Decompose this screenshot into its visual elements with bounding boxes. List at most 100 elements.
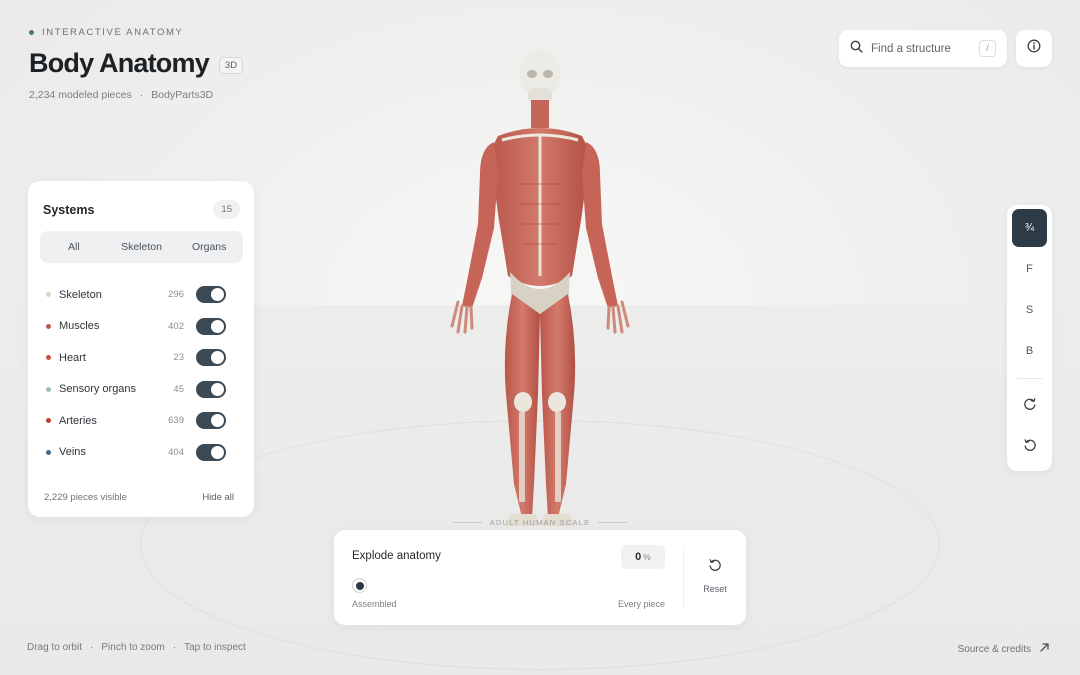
rotate-ccw-button[interactable] [1012, 427, 1047, 465]
system-row-veins[interactable]: Veins 404 [28, 437, 254, 469]
filter-all[interactable]: All [40, 231, 108, 263]
gesture-hints: Drag to orbit · Pinch to zoom · Tap to i… [27, 642, 246, 653]
systems-header: Systems 15 [43, 200, 240, 219]
system-color-dot [46, 449, 51, 455]
arrow-up-right-icon [1039, 642, 1050, 656]
systems-list[interactable]: Skeleton 296 Muscles 402 Heart 23 Sensor… [28, 279, 254, 475]
reset-label: Reset [703, 584, 727, 594]
system-count: 296 [168, 289, 184, 301]
info-button[interactable] [1016, 30, 1052, 67]
explode-divider [683, 550, 684, 606]
system-row-heart[interactable]: Heart 23 [28, 342, 254, 374]
toggle-knob [211, 382, 224, 396]
system-count: 404 [168, 446, 184, 458]
system-toggle[interactable] [196, 317, 226, 335]
system-row-sensory-organs[interactable]: Sensory organs 45 [28, 374, 254, 406]
rotate-cw-button[interactable] [1012, 386, 1047, 424]
right-arm [582, 142, 618, 308]
page-title: Body Anatomy [29, 48, 210, 78]
system-toggle[interactable] [196, 412, 226, 430]
explode-title: Explode anatomy [352, 550, 441, 562]
hide-all-button[interactable]: Hide all [202, 492, 234, 503]
search-shortcut: / [979, 40, 996, 57]
info-icon [1027, 39, 1041, 58]
eyebrow: INTERACTIVE ANATOMY [29, 27, 183, 38]
model-meta: 2,234 modeled pieces · BodyParts3D [29, 89, 213, 101]
toggle-knob [211, 288, 224, 302]
systems-count: 15 [213, 200, 240, 219]
scale-label: ADULT HUMAN SCALE [452, 518, 628, 527]
system-name: Muscles [59, 320, 100, 333]
hint-zoom: Pinch to zoom [101, 642, 165, 653]
system-count: 402 [168, 320, 184, 332]
pieces-count: 2,234 modeled pieces [29, 89, 132, 101]
search-box[interactable]: / [839, 30, 1007, 67]
system-name: Veins [59, 446, 86, 459]
toggle-knob [211, 414, 224, 428]
scale-text: ADULT HUMAN SCALE [489, 518, 591, 527]
right-knee [548, 392, 566, 412]
left-arm [462, 142, 498, 308]
system-row-muscles[interactable]: Muscles 402 [28, 311, 254, 343]
credits-label: Source & credits [957, 643, 1031, 655]
system-name: Arteries [59, 414, 97, 427]
meta-separator: · [139, 89, 144, 101]
hint-separator: · [172, 642, 177, 653]
explode-min-label: Assembled [352, 599, 397, 609]
system-count: 639 [168, 415, 184, 427]
system-count: 45 [173, 383, 184, 395]
view-front-button[interactable]: F [1012, 250, 1047, 288]
systems-filter: All Skeleton Organs [40, 231, 243, 263]
explode-max-label: Every piece [617, 599, 665, 609]
rail-divider [1017, 378, 1042, 379]
scale-line-right [598, 522, 628, 523]
toggle-knob [211, 351, 224, 365]
anatomy-model[interactable] [440, 44, 640, 530]
reset-icon [708, 558, 722, 577]
rotate-ccw-icon [1023, 438, 1037, 455]
system-row-skeleton[interactable]: Skeleton 296 [28, 279, 254, 311]
live-dot [29, 30, 34, 35]
explode-panel: Explode anatomy 0 % Assembled Every piec… [334, 530, 746, 625]
systems-footer: 2,229 pieces visible Hide all [44, 492, 234, 503]
hint-orbit: Drag to orbit [27, 642, 83, 653]
title-row: Body Anatomy 3D [29, 48, 244, 79]
toggle-knob [211, 445, 224, 459]
system-color-dot [46, 323, 51, 329]
system-color-dot [46, 292, 51, 298]
eyebrow-label: INTERACTIVE ANATOMY [42, 27, 184, 38]
reset-button[interactable]: Reset [694, 558, 736, 594]
explode-value: 0 % [621, 545, 665, 569]
view-back-button[interactable]: B [1012, 332, 1047, 370]
system-toggle[interactable] [196, 380, 226, 398]
explode-percent: 0 [635, 551, 642, 563]
system-color-dot [46, 418, 51, 424]
hint-separator: · [90, 642, 94, 653]
search-icon [850, 40, 863, 58]
view-three-quarter-button[interactable]: ¾ [1012, 209, 1047, 247]
filter-organs[interactable]: Organs [175, 231, 243, 263]
system-color-dot [46, 386, 51, 392]
view-rail: ¾ F S B [1007, 205, 1052, 471]
explode-slider-track[interactable] [352, 585, 665, 587]
system-name: Heart [59, 351, 86, 364]
view-side-button[interactable]: S [1012, 291, 1047, 329]
filter-skeleton[interactable]: Skeleton [108, 231, 176, 263]
3d-badge: 3D [218, 56, 244, 74]
system-toggle[interactable] [196, 286, 226, 304]
hint-inspect: Tap to inspect [184, 642, 246, 653]
system-row-arteries[interactable]: Arteries 639 [28, 405, 254, 437]
left-knee [514, 392, 532, 412]
credits-link[interactable]: Source & credits [958, 642, 1050, 656]
system-row-partial [28, 468, 254, 475]
system-toggle[interactable] [196, 443, 226, 461]
explode-slider-thumb[interactable] [352, 578, 367, 593]
search-input[interactable] [871, 42, 971, 55]
system-toggle[interactable] [196, 349, 226, 367]
visible-count: 2,229 pieces visible [44, 492, 127, 503]
explode-unit: % [643, 552, 651, 562]
jaw [528, 88, 552, 102]
neck-muscles [531, 100, 549, 128]
rotate-cw-icon [1023, 397, 1037, 414]
source-name: BodyParts3D [151, 89, 214, 101]
